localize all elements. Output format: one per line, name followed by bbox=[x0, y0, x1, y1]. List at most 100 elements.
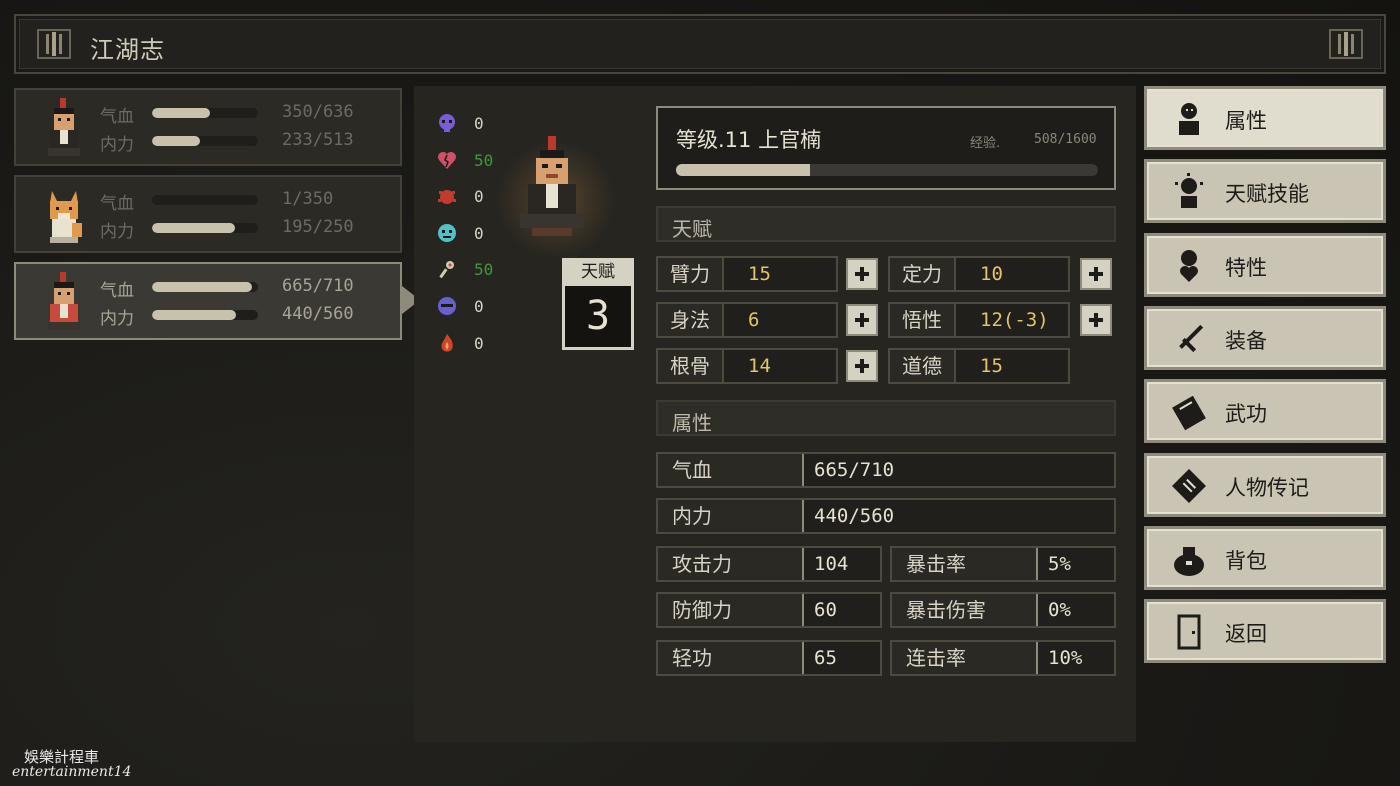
martial-book-icon bbox=[1172, 395, 1206, 431]
attr-crit-rate: 暴击率 5% bbox=[890, 546, 1116, 582]
watermark-text: entertainment14 bbox=[12, 764, 132, 780]
add-insight-button[interactable] bbox=[1080, 304, 1112, 336]
hp-bar bbox=[152, 195, 258, 205]
menu-item-label: 装备 bbox=[1225, 328, 1267, 353]
character-portrait-icon bbox=[48, 98, 80, 156]
hp-bar bbox=[152, 282, 258, 292]
talent-label: 身法 bbox=[658, 304, 724, 336]
attr-label: 气血 bbox=[658, 454, 804, 486]
attr-label: 暴击率 bbox=[892, 548, 1038, 580]
status-effect-value: 0 bbox=[474, 223, 484, 243]
attr-attack: 攻击力 104 bbox=[656, 546, 882, 582]
mp-label: 内力 bbox=[100, 309, 134, 329]
party-member-card[interactable]: 气血 350/636 内力 233/513 bbox=[14, 88, 402, 166]
status-effect[interactable]: 0 bbox=[436, 183, 496, 213]
menu-item-door[interactable]: 返回 bbox=[1144, 599, 1386, 664]
flower-icon bbox=[439, 261, 454, 279]
add-composure-button[interactable] bbox=[1080, 258, 1112, 290]
mp-row: 内力 233/513 bbox=[100, 130, 400, 155]
add-strength-button[interactable] bbox=[846, 258, 878, 290]
menu-item-biography[interactable]: 人物传记 bbox=[1144, 452, 1386, 517]
mp-label: 内力 bbox=[100, 222, 134, 242]
status-effect[interactable]: 0 bbox=[436, 330, 496, 360]
mp-bar bbox=[152, 136, 258, 146]
attr-value: 10% bbox=[1048, 647, 1083, 669]
attr-label: 连击率 bbox=[892, 642, 1038, 674]
menu-item-sword[interactable]: 装备 bbox=[1144, 305, 1386, 370]
menu-item-talent-skill[interactable]: 天赋技能 bbox=[1144, 159, 1386, 224]
talent-value: 10 bbox=[980, 263, 1003, 285]
attr-combo-rate: 连击率 10% bbox=[890, 640, 1116, 676]
hp-label: 气血 bbox=[100, 194, 134, 214]
character-icon bbox=[1179, 103, 1199, 135]
hp-row: 气血 665/710 bbox=[100, 276, 400, 301]
mask-icon bbox=[438, 297, 456, 315]
hp-value: 1/350 bbox=[282, 189, 334, 209]
attr-value: 440/560 bbox=[814, 505, 895, 527]
mp-bar bbox=[152, 310, 258, 320]
talent-label: 悟性 bbox=[890, 304, 956, 336]
ornament-icon bbox=[1329, 29, 1363, 59]
status-effect-value: 0 bbox=[474, 333, 484, 353]
hp-row: 气血 350/636 bbox=[100, 102, 400, 127]
status-effect-value: 0 bbox=[474, 187, 484, 207]
status-effect[interactable]: 0 bbox=[436, 220, 496, 250]
talent-strength: 臂力 15 bbox=[656, 256, 838, 292]
exp-value: 508/1600 bbox=[1034, 132, 1097, 147]
door-icon bbox=[1177, 614, 1201, 650]
attr-value: 60 bbox=[814, 599, 837, 621]
mp-label: 内力 bbox=[100, 135, 134, 155]
attribute-section-header: 属性 bbox=[656, 400, 1116, 436]
status-effect-value: 50 bbox=[474, 260, 494, 280]
exp-bar bbox=[676, 164, 1098, 176]
talent-points-label: 天赋 bbox=[562, 258, 634, 286]
skull-icon bbox=[439, 114, 455, 132]
attr-label: 暴击伤害 bbox=[892, 594, 1038, 626]
mp-row: 内力 195/250 bbox=[100, 217, 400, 242]
party-member-card[interactable]: 气血 1/350 内力 195/250 bbox=[14, 175, 402, 253]
status-effect[interactable]: 50 bbox=[436, 256, 496, 286]
add-constitution-button[interactable] bbox=[846, 350, 878, 382]
add-agility-button[interactable] bbox=[846, 304, 878, 336]
status-effect-value: 0 bbox=[474, 297, 484, 316]
mp-value: 195/250 bbox=[282, 217, 354, 237]
talent-skill-icon bbox=[1175, 173, 1203, 209]
status-effect[interactable]: 0 bbox=[436, 110, 496, 140]
hp-label: 气血 bbox=[100, 281, 134, 301]
title-bar: 江湖志 bbox=[14, 14, 1386, 74]
attribute-section-title: 属性 bbox=[672, 411, 712, 435]
attr-hp: 气血 665/710 bbox=[656, 452, 1116, 488]
menu-item-martial-book[interactable]: 武功 bbox=[1144, 379, 1386, 444]
attr-mp: 内力 440/560 bbox=[656, 498, 1116, 534]
hp-row: 气血 1/350 bbox=[100, 189, 400, 214]
attr-value: 665/710 bbox=[814, 459, 895, 481]
menu-item-label: 人物传记 bbox=[1225, 475, 1309, 500]
talent-agility: 身法 6 bbox=[656, 302, 838, 338]
attr-value: 5% bbox=[1048, 553, 1071, 575]
menu-item-bag[interactable]: 背包 bbox=[1144, 525, 1386, 590]
bar-fill bbox=[152, 136, 200, 146]
bar-fill bbox=[152, 108, 211, 118]
talent-points-box: 天赋 3 bbox=[562, 258, 634, 352]
talent-points-value: 3 bbox=[562, 286, 634, 350]
talent-insight: 悟性 12(-3) bbox=[888, 302, 1070, 338]
attr-value: 65 bbox=[814, 647, 837, 669]
hp-label: 气血 bbox=[100, 107, 134, 127]
menu-item-label: 武功 bbox=[1225, 402, 1267, 427]
status-effect[interactable]: 0 bbox=[436, 293, 496, 323]
attr-crit-damage: 暴击伤害 0% bbox=[890, 592, 1116, 628]
menu-item-trait[interactable]: 特性 bbox=[1144, 232, 1386, 297]
talent-value: 15 bbox=[980, 355, 1003, 377]
hp-bar bbox=[152, 108, 258, 118]
exp-label: 经验. bbox=[970, 136, 1001, 151]
status-effect[interactable]: 50 bbox=[436, 147, 496, 177]
attr-value: 0% bbox=[1048, 599, 1071, 621]
broken-heart-icon bbox=[438, 151, 456, 169]
menu-item-character[interactable]: 属性 bbox=[1144, 86, 1386, 150]
attr-lightness: 轻功 65 bbox=[656, 640, 882, 676]
status-effect-value: 0 bbox=[474, 114, 484, 133]
flame-icon bbox=[441, 333, 453, 352]
menu-item-label: 背包 bbox=[1225, 548, 1267, 573]
party-member-card-selected[interactable]: 气血 665/710 内力 440/560 bbox=[14, 262, 402, 340]
bar-fill bbox=[152, 282, 252, 292]
